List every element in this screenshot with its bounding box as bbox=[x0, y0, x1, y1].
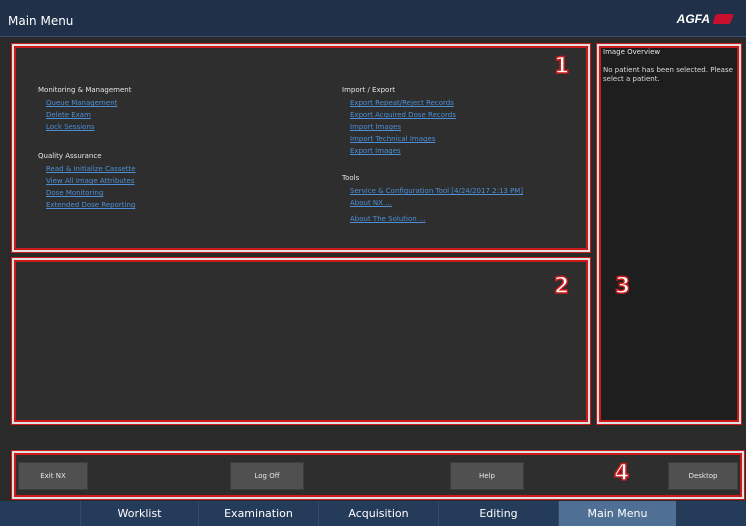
qa-section-title: Quality Assurance bbox=[38, 152, 102, 160]
callout-badge-3: 3 bbox=[614, 273, 631, 300]
main-menu-panel: 1 Monitoring & Management Queue Manageme… bbox=[11, 43, 591, 253]
monitoring-section-title: Monitoring & Management bbox=[38, 86, 132, 94]
help-button[interactable]: Help bbox=[450, 462, 524, 490]
import-export-section: Import / Export Export Repeat/Reject Rec… bbox=[342, 86, 456, 159]
import-export-section-title: Import / Export bbox=[342, 86, 395, 94]
agfa-rhombus-icon bbox=[712, 13, 734, 24]
read-initialize-cassette-link[interactable]: Read & Initialize Cassette bbox=[46, 165, 136, 173]
lock-sessions-link[interactable]: Lock Sessions bbox=[46, 123, 131, 131]
export-images-link[interactable]: Export Images bbox=[350, 147, 456, 155]
title-bar: Main Menu AGFA bbox=[0, 0, 746, 37]
export-repeat-reject-link[interactable]: Export Repeat/Reject Records bbox=[350, 99, 456, 107]
delete-exam-link[interactable]: Delete Exam bbox=[46, 111, 131, 119]
tab-worklist[interactable]: Worklist bbox=[80, 501, 198, 526]
callout-badge-1: 1 bbox=[553, 53, 570, 80]
callout-badge-2: 2 bbox=[553, 273, 570, 300]
export-acquired-dose-link[interactable]: Export Acquired Dose Records bbox=[350, 111, 456, 119]
agfa-logo: AGFA bbox=[677, 12, 734, 26]
window-title: Main Menu bbox=[8, 14, 74, 28]
image-overview-panel: Image Overview No patient has been selec… bbox=[596, 43, 742, 425]
import-images-link[interactable]: Import Images bbox=[350, 123, 456, 131]
dose-monitoring-link[interactable]: Dose Monitoring bbox=[46, 189, 136, 197]
view-all-image-attributes-link[interactable]: View All Image Attributes bbox=[46, 177, 136, 185]
about-solution-link[interactable]: About The Solution ... bbox=[350, 215, 523, 223]
tab-main-menu[interactable]: Main Menu bbox=[558, 501, 676, 526]
image-overview-title: Image Overview bbox=[603, 48, 661, 56]
monitoring-section: Monitoring & Management Queue Management… bbox=[38, 86, 131, 135]
import-technical-images-link[interactable]: Import Technical Images bbox=[350, 135, 456, 143]
service-configuration-tool-link[interactable]: Service & Configuration Tool [4/24/2017 … bbox=[350, 187, 523, 195]
tools-section: Tools Service & Configuration Tool [4/24… bbox=[342, 174, 523, 227]
about-nx-link[interactable]: About NX ... bbox=[350, 199, 523, 207]
tab-examination[interactable]: Examination bbox=[198, 501, 318, 526]
quality-assurance-section: Quality Assurance Read & Initialize Cass… bbox=[38, 152, 136, 213]
tab-editing[interactable]: Editing bbox=[438, 501, 558, 526]
secondary-panel: 2 bbox=[11, 257, 591, 425]
desktop-button[interactable]: Desktop bbox=[668, 462, 738, 490]
tab-acquisition[interactable]: Acquisition bbox=[318, 501, 438, 526]
main-tab-bar: Worklist Examination Acquisition Editing… bbox=[0, 501, 746, 526]
no-patient-message: No patient has been selected. Please sel… bbox=[603, 66, 733, 83]
log-off-button[interactable]: Log Off bbox=[230, 462, 304, 490]
queue-management-link[interactable]: Queue Management bbox=[46, 99, 131, 107]
exit-nx-button[interactable]: Exit NX bbox=[18, 462, 88, 490]
action-bar: Exit NX Log Off Help 4 Desktop bbox=[11, 450, 745, 500]
extended-dose-reporting-link[interactable]: Extended Dose Reporting bbox=[46, 201, 136, 209]
callout-badge-4: 4 bbox=[613, 460, 630, 487]
tools-section-title: Tools bbox=[342, 174, 360, 182]
